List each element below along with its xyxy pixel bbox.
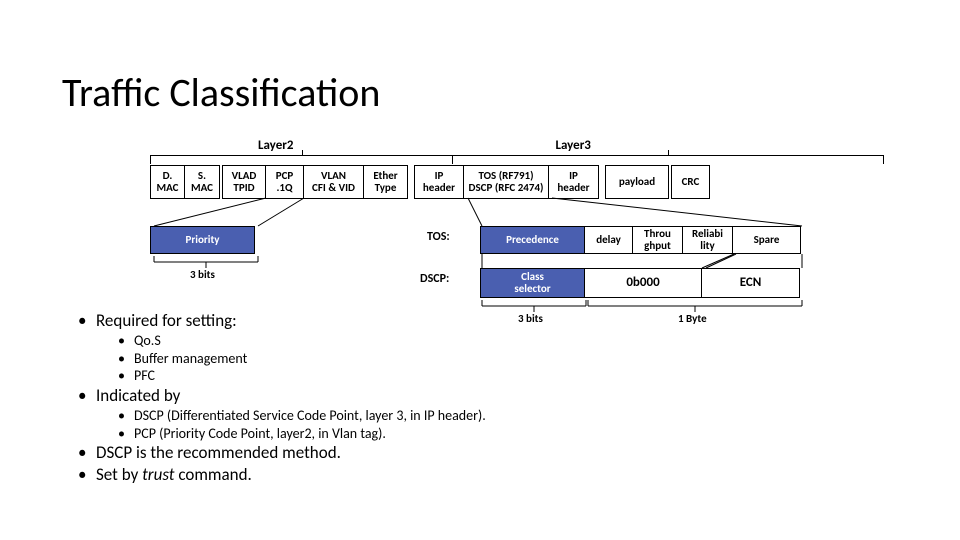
- bullet-pfc: PFC: [78, 367, 486, 385]
- bullet-dscp-desc: DSCP (Differentiated Service Code Point,…: [78, 407, 486, 425]
- note-1byte: 1 Byte: [678, 312, 707, 325]
- page-title: Traffic Classification: [62, 68, 380, 117]
- note-3bits-priority: 3 bits: [190, 268, 215, 281]
- layer-labels: Layer2 Layer3: [150, 138, 900, 153]
- field-class-selector: Classselector: [480, 268, 585, 298]
- field-0b000: 0b000: [585, 268, 702, 298]
- field-priority: Priority: [150, 226, 255, 254]
- header-row: D.MAC S.MAC VLADTPID PCP.1Q VLANCFI & VI…: [150, 165, 900, 199]
- bullet-required: Required for setting:: [78, 310, 486, 331]
- bracket-l2: [150, 155, 453, 164]
- field-precedence: Precedence: [480, 226, 585, 254]
- field-throughput: Throughput: [633, 226, 683, 254]
- layer3-label: Layer3: [555, 138, 590, 153]
- field-vlad-tpid: VLADTPID: [222, 165, 266, 199]
- field-pcp: PCP.1Q: [266, 165, 304, 199]
- field-ip-header-2: IPheader: [549, 165, 599, 199]
- bullet-qos: Qo.S: [78, 332, 486, 350]
- field-smac: S.MAC: [185, 165, 220, 199]
- field-ip-header-1: IPheader: [414, 165, 464, 199]
- field-dmac: D.MAC: [150, 165, 185, 199]
- field-spare: Spare: [733, 226, 801, 254]
- bracket-l3: [452, 155, 884, 164]
- note-3bits-class-selector: 3 bits: [518, 312, 543, 325]
- packet-diagram: Layer2 Layer3 D.MAC S.MAC VLADTPID PCP.1…: [150, 138, 900, 199]
- field-tos-dscp: TOS (RF791)DSCP (RFC 2474): [464, 165, 549, 199]
- bullet-buffer: Buffer management: [78, 350, 486, 368]
- bullet-setby: Set by trust command.: [78, 464, 486, 485]
- bullet-content: Required for setting: Qo.S Buffer manage…: [78, 310, 486, 487]
- field-ecn: ECN: [702, 268, 800, 298]
- field-payload: payload: [605, 165, 669, 199]
- field-reliability: Reliability: [683, 226, 733, 254]
- bullet-recommended: DSCP is the recommended method.: [78, 442, 486, 463]
- bullet-pcp-desc: PCP (Priority Code Point, layer2, in Vla…: [78, 425, 486, 443]
- slide: Traffic Classification Layer2 Layer3 D.M…: [0, 0, 960, 540]
- tos-row: Priority Precedence delay Throughput Rel…: [150, 226, 801, 254]
- field-crc: CRC: [671, 165, 710, 199]
- bullet-setby-em: trust: [142, 464, 174, 485]
- bullet-setby-pre: Set by: [96, 464, 142, 485]
- bracket-row: [150, 155, 900, 165]
- bullet-setby-post: command.: [175, 464, 252, 485]
- field-vlan: VLANCFI & VID: [304, 165, 364, 199]
- layer2-label: Layer2: [258, 138, 293, 153]
- field-delay: delay: [585, 226, 633, 254]
- bullet-indicated: Indicated by: [78, 385, 486, 406]
- field-ethertype: EtherType: [364, 165, 408, 199]
- dscp-row: Classselector 0b000 ECN: [480, 268, 800, 298]
- dscp-label: DSCP:: [420, 272, 449, 286]
